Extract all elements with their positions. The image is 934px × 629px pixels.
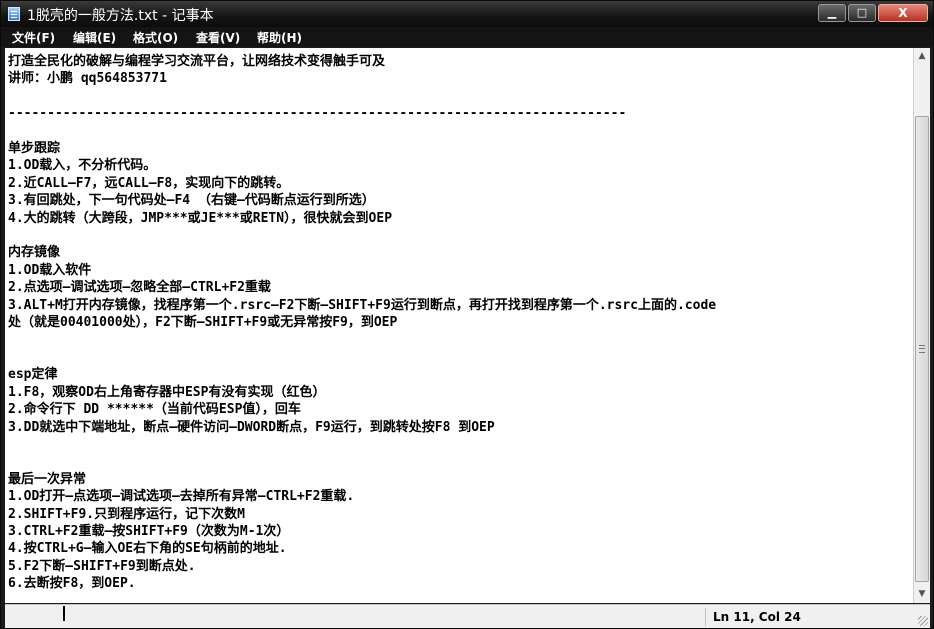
cursor-position: Ln 11, Col 24	[713, 610, 801, 624]
vertical-scrollbar[interactable]: ▲ ▼	[913, 48, 930, 603]
text-line: ----------------------------------------…	[8, 106, 627, 122]
text-line: 3.ALT+M打开内存镜像，找程序第一个.rsrc—F2下断—SHIFT+F9运…	[8, 297, 717, 313]
document-text[interactable]: 打造全民化的破解与编程学习交流平台，让网络技术变得触手可及 讲师：小鹏 qq56…	[5, 48, 913, 593]
mouse-text-cursor	[63, 606, 65, 621]
text-line: 2.近CALL—F7，远CALL—F8，实现向下的跳转。	[8, 175, 290, 191]
text-line: 3.DD就选中下端地址，断点—硬件访问—DWORD断点，F9运行，到跳转处按F8…	[8, 419, 495, 435]
text-line: 2.点选项—调试选项—忽略全部—CTRL+F2重载	[8, 280, 271, 296]
text-line: 最后一次异常	[8, 471, 87, 487]
text-line: 处（就是00401000处），F2下断—SHIFT+F9或无异常按F9，到OEP	[8, 315, 398, 331]
notepad-app-icon[interactable]	[8, 7, 20, 21]
scroll-thumb[interactable]	[915, 116, 929, 582]
text-line: 1.OD载入，不分析代码。	[8, 158, 157, 174]
text-editor[interactable]: 打造全民化的破解与编程学习交流平台，让网络技术变得触手可及 讲师：小鹏 qq56…	[5, 48, 913, 603]
close-button[interactable]: X	[878, 4, 928, 22]
menu-bar: 文件(F) 编辑(E) 格式(O) 查看(V) 帮助(H)	[1, 27, 933, 47]
menu-view[interactable]: 查看(V)	[196, 29, 240, 46]
text-line: 4.按CTRL+G—输入OE右下角的SE句柄前的地址.	[8, 541, 287, 557]
maximize-button[interactable]: □	[848, 4, 876, 22]
text-line: 1.OD载入软件	[8, 262, 92, 278]
scroll-grip-icon	[919, 345, 925, 353]
text-line: 3.CTRL+F2重载—按SHIFT+F9（次数为M-1次）	[8, 523, 290, 539]
text-line: 内存镜像	[8, 245, 61, 261]
text-line: 5.F2下断—SHIFT+F9到断点处.	[8, 558, 196, 574]
menu-file[interactable]: 文件(F)	[12, 29, 55, 46]
resize-grip-icon[interactable]	[918, 616, 928, 626]
text-line: 6.去断按F8，到OEP.	[8, 576, 136, 592]
minimize-button[interactable]: ▁	[818, 4, 846, 22]
scroll-up-button[interactable]: ▲	[914, 48, 930, 65]
text-line: 打造全民化的破解与编程学习交流平台，让网络技术变得触手可及	[8, 54, 386, 69]
text-line: 单步跟踪	[8, 141, 61, 157]
text-line: 4.大的跳转（大跨段，JMP***或JE***或RETN），很快就会到OEP	[8, 210, 393, 226]
window-title: 1脱壳的一般方法.txt - 记事本	[27, 8, 214, 24]
text-line: 讲师：小鹏 qq564853771	[8, 71, 167, 87]
text-line: 1.OD打开—点选项—调试选项—去掉所有异常—CTRL+F2重载.	[8, 489, 355, 505]
text-line: esp定律	[8, 367, 58, 383]
menu-edit[interactable]: 编辑(E)	[73, 29, 116, 46]
status-divider	[705, 608, 706, 626]
status-bar: Ln 11, Col 24	[5, 604, 930, 628]
text-line: 2.SHIFT+F9.只到程序运行，记下次数M	[8, 506, 245, 522]
text-line: 2.命令行下 DD ******（当前代码ESP值），回车	[8, 402, 301, 418]
menu-help[interactable]: 帮助(H)	[257, 29, 302, 46]
menu-format[interactable]: 格式(O)	[133, 29, 178, 46]
scroll-down-button[interactable]: ▼	[914, 586, 930, 603]
text-line: 1.F8，观察OD右上角寄存器中ESP有没有实现（红色）	[8, 384, 326, 400]
title-bar[interactable]: 1脱壳的一般方法.txt - 记事本 ▁ □ X	[1, 1, 933, 27]
notepad-window: 1脱壳的一般方法.txt - 记事本 ▁ □ X 文件(F) 编辑(E) 格式(…	[0, 0, 934, 629]
text-line: 3.有回跳处，下一句代码处—F4 （右键—代码断点运行到所选）	[8, 193, 375, 209]
